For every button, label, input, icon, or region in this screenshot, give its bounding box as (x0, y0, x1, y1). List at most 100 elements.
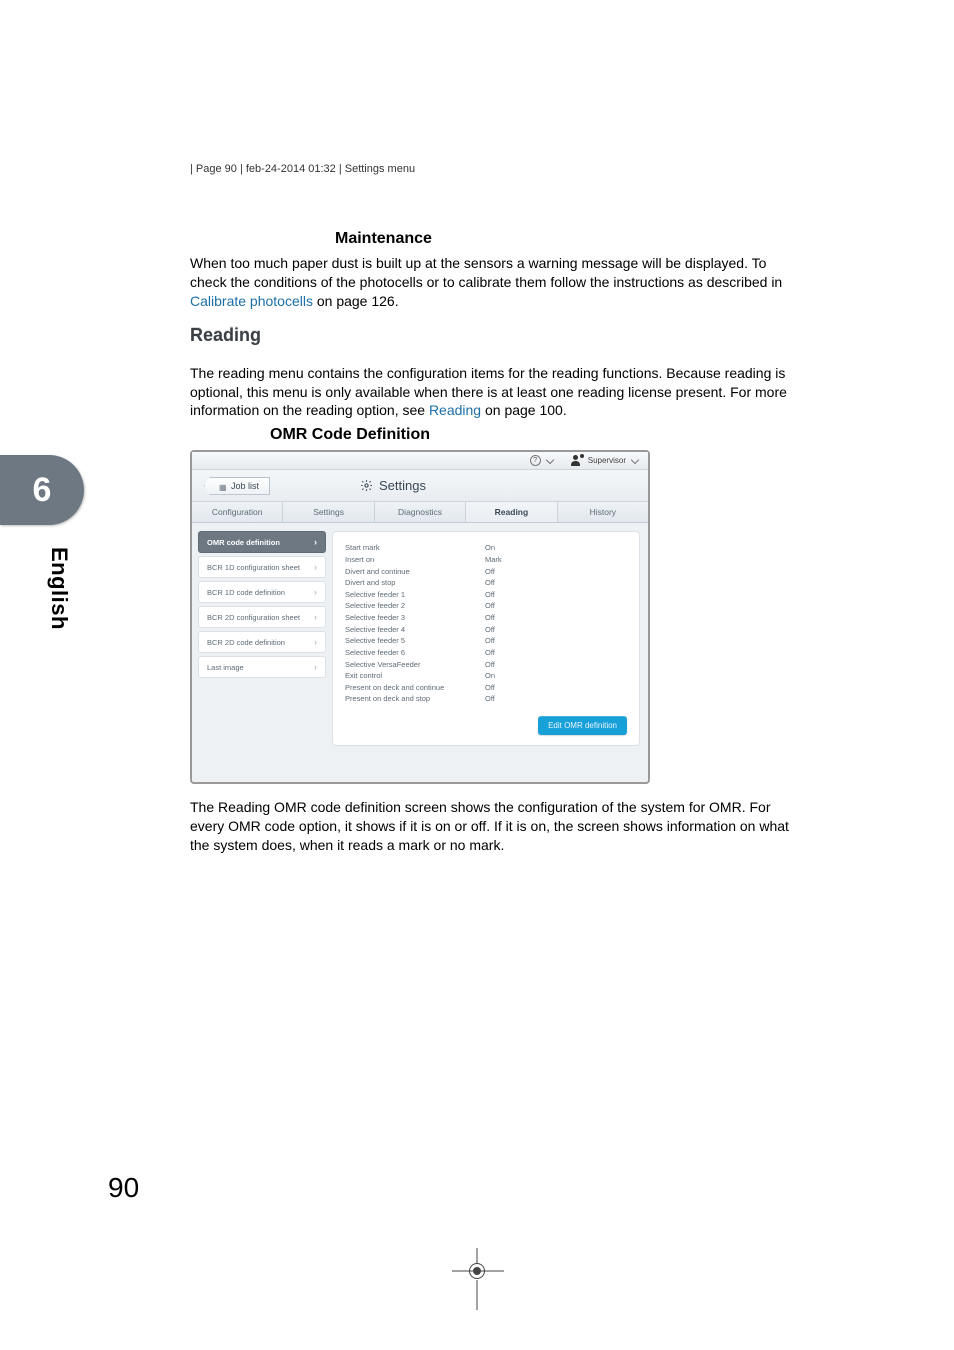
reading-link[interactable]: Reading (429, 402, 481, 418)
maintenance-text-2: on page 126. (313, 293, 399, 309)
maintenance-text-1: When too much paper dust is built up at … (190, 255, 782, 290)
page-number: 90 (108, 1172, 139, 1204)
detail-row: Selective VersaFeederOff (345, 659, 627, 671)
sidebar-item-label: BCR 2D configuration sheet (207, 613, 300, 622)
chevron-down-icon[interactable] (631, 456, 639, 464)
language-label: English (46, 547, 72, 630)
reading-heading: Reading (190, 325, 790, 346)
detail-key: Selective feeder 6 (345, 647, 485, 659)
detail-value: Off (485, 682, 495, 694)
sidebar-item-bcr2d-def[interactable]: BCR 2D code definition› (198, 631, 326, 653)
sidebar-item-last-image[interactable]: Last image› (198, 656, 326, 678)
sidebar-item-omr-code-definition[interactable]: OMR code definition › (198, 531, 326, 553)
detail-row: Insert onMark (345, 554, 627, 566)
detail-value: Mark (485, 554, 502, 566)
detail-key: Divert and stop (345, 577, 485, 589)
settings-title-text: Settings (379, 478, 426, 493)
gear-icon (360, 479, 373, 492)
screenshot-header: Job list Settings (192, 470, 648, 502)
detail-value: Off (485, 659, 495, 671)
sidebar-item-bcr1d-def[interactable]: BCR 1D code definition › (198, 581, 326, 603)
detail-value: Off (485, 624, 495, 636)
detail-value: Off (485, 566, 495, 578)
detail-key: Present on deck and stop (345, 693, 485, 705)
detail-key: Start mark (345, 542, 485, 554)
screenshot-body: OMR code definition › BCR 1D configuratio… (192, 523, 648, 782)
omr-description-paragraph: The Reading OMR code definition screen s… (190, 798, 790, 855)
sidebar-item-bcr2d-config[interactable]: BCR 2D configuration sheet › (198, 606, 326, 628)
reading-sidebar: OMR code definition › BCR 1D configuratio… (192, 523, 332, 782)
sidebar-item-label: OMR code definition (207, 538, 280, 547)
detail-value: Off (485, 647, 495, 659)
chevron-right-icon: › (314, 612, 317, 622)
calibrate-photocells-link[interactable]: Calibrate photocells (190, 293, 313, 309)
page-header-line: | Page 90 | feb-24-2014 01:32 | Settings… (190, 163, 415, 175)
user-icon[interactable] (571, 455, 582, 466)
detail-key: Selective feeder 2 (345, 600, 485, 612)
job-list-icon (219, 482, 227, 490)
detail-value: Off (485, 600, 495, 612)
detail-row: Start markOn (345, 542, 627, 554)
tab-reading[interactable]: Reading (466, 502, 557, 522)
chevron-right-icon: › (314, 662, 317, 672)
help-icon[interactable]: ? (530, 455, 541, 466)
job-list-button[interactable]: Job list (204, 477, 270, 495)
chapter-number: 6 (33, 471, 52, 510)
sidebar-item-label: BCR 2D code definition (207, 638, 285, 647)
settings-screenshot: ? Supervisor Job list Settings Configura… (190, 450, 650, 784)
omr-heading: OMR Code Definition (270, 426, 790, 444)
detail-value: Off (485, 589, 495, 601)
detail-key: Selective feeder 5 (345, 635, 485, 647)
detail-key: Divert and continue (345, 566, 485, 578)
crop-mark (469, 1263, 485, 1279)
detail-row: Selective feeder 6Off (345, 647, 627, 659)
detail-value: On (485, 670, 495, 682)
detail-row: Divert and stopOff (345, 577, 627, 589)
tab-configuration[interactable]: Configuration (192, 502, 283, 522)
sidebar-item-bcr1d-config[interactable]: BCR 1D configuration sheet › (198, 556, 326, 578)
chevron-down-icon[interactable] (546, 456, 554, 464)
detail-value: Off (485, 577, 495, 589)
screenshot-topbar: ? Supervisor (192, 452, 648, 470)
detail-row: Exit controlOn (345, 670, 627, 682)
settings-title: Settings (360, 478, 426, 493)
detail-row: Present on deck and stopOff (345, 693, 627, 705)
detail-key: Selective feeder 1 (345, 589, 485, 601)
detail-row: Selective feeder 5Off (345, 635, 627, 647)
detail-rows-container: Start markOnInsert onMarkDivert and cont… (345, 542, 627, 705)
detail-value: On (485, 542, 495, 554)
chevron-right-icon: › (314, 562, 317, 572)
sidebar-item-label: BCR 1D code definition (207, 588, 285, 597)
tab-settings[interactable]: Settings (283, 502, 374, 522)
detail-row: Present on deck and continueOff (345, 682, 627, 694)
tabs-bar: Configuration Settings Diagnostics Readi… (192, 502, 648, 523)
reading-text-2: on page 100. (481, 402, 567, 418)
chapter-side-tab: 6 English (0, 455, 84, 630)
detail-row: Selective feeder 3Off (345, 612, 627, 624)
detail-value: Off (485, 693, 495, 705)
tab-history[interactable]: History (558, 502, 648, 522)
chevron-right-icon: › (314, 587, 317, 597)
detail-key: Insert on (345, 554, 485, 566)
tab-diagnostics[interactable]: Diagnostics (375, 502, 466, 522)
detail-row: Selective feeder 1Off (345, 589, 627, 601)
main-content: Maintenance When too much paper dust is … (190, 230, 790, 855)
chevron-right-icon: › (314, 537, 317, 547)
maintenance-paragraph: When too much paper dust is built up at … (190, 254, 790, 311)
detail-value: Off (485, 635, 495, 647)
job-list-label: Job list (231, 481, 259, 491)
edit-omr-definition-button[interactable]: Edit OMR definition (538, 716, 627, 735)
detail-key: Present on deck and continue (345, 682, 485, 694)
supervisor-label: Supervisor (588, 456, 626, 465)
crop-mark-circle (469, 1263, 485, 1279)
chapter-number-tab: 6 (0, 455, 84, 525)
detail-key: Exit control (345, 670, 485, 682)
detail-value: Off (485, 612, 495, 624)
detail-key: Selective VersaFeeder (345, 659, 485, 671)
reading-paragraph: The reading menu contains the configurat… (190, 364, 790, 421)
detail-row: Selective feeder 2Off (345, 600, 627, 612)
maintenance-heading: Maintenance (335, 230, 790, 248)
omr-detail-panel: Start markOnInsert onMarkDivert and cont… (332, 531, 640, 746)
detail-key: Selective feeder 3 (345, 612, 485, 624)
sidebar-item-label: BCR 1D configuration sheet (207, 563, 300, 572)
